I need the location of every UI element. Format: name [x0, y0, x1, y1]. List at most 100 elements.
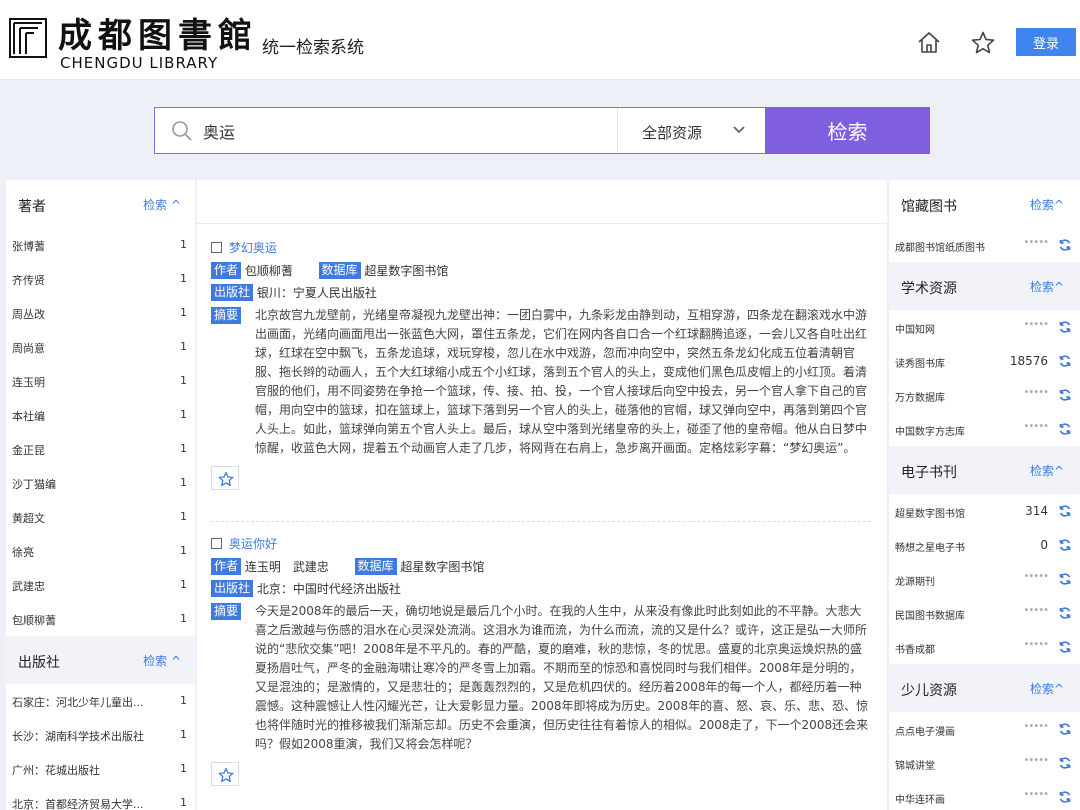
facet-item-name: 黄超文 — [12, 512, 45, 525]
facet-item[interactable]: 周丛改 1 — [6, 296, 195, 330]
resource-name: 中国数字方志库 — [895, 427, 965, 438]
refresh-icon[interactable] — [1058, 388, 1072, 402]
header: 成都图書館 CHENGDU LIBRARY 统一检索系统 登录 — [0, 0, 1080, 80]
logo-chinese-text: 成都图書館 — [58, 16, 258, 56]
facet-item[interactable]: 金正昆 1 — [6, 432, 195, 466]
refresh-icon[interactable] — [1058, 722, 1072, 736]
resource-item[interactable]: 万方数据库 ••••• — [889, 378, 1080, 412]
result-abstract: 摘要 北京故宫九龙壁前，光绪皇帝凝视九龙壁出神：一团白雾中，九条彩龙由静到动，互… — [211, 306, 871, 458]
facet-item[interactable]: 周尚意 1 — [6, 330, 195, 364]
resource-item[interactable]: 书香成都 ••••• — [889, 630, 1080, 664]
facet-item[interactable]: 本社编 1 — [6, 398, 195, 432]
refresh-icon[interactable] — [1058, 538, 1072, 552]
right-resource-panel: 馆藏图书 检索^ 成都图书馆纸质图书 ••••• 学术资源 检索^ 中国知网 •… — [889, 180, 1080, 810]
resource-group-header: 少儿资源 检索^ — [889, 664, 1080, 712]
facet-item[interactable]: 连玉明 1 — [6, 364, 195, 398]
facet-item-name: 齐传贤 — [12, 274, 45, 287]
facet-item-count: 1 — [180, 612, 187, 625]
resource-item[interactable]: 成都图书馆纸质图书 ••••• — [889, 228, 1080, 262]
resource-item[interactable]: 读秀图书库 18576 — [889, 344, 1080, 378]
facet-item[interactable]: 石家庄：河北少年儿童出... 1 — [6, 684, 195, 718]
resource-item[interactable]: 点点电子漫画 ••••• — [889, 712, 1080, 746]
search-bar: 全部资源 检索 — [154, 107, 930, 154]
favorite-button[interactable] — [211, 762, 239, 786]
result-publisher-row: 出版社 银川：宁夏人民出版社 — [211, 284, 871, 304]
facet-item[interactable]: 广州：花城出版社 1 — [6, 752, 195, 786]
resource-item[interactable]: 中华连环画 ••••• — [889, 780, 1080, 810]
facet-item-count: 1 — [180, 510, 187, 523]
resource-item[interactable]: 锦城讲堂 ••••• — [889, 746, 1080, 780]
facet-item[interactable]: 武建忠 1 — [6, 568, 195, 602]
resource-group-toggle[interactable]: 检索^ — [1030, 680, 1064, 697]
facet-header-publisher: 出版社 检索 ^ — [6, 636, 195, 684]
result-checkbox[interactable] — [211, 242, 222, 253]
resource-group-toggle[interactable]: 检索^ — [1030, 196, 1064, 213]
result-publisher: 北京：中国时代经济出版社 — [256, 582, 401, 596]
resource-group-toggle[interactable]: 检索^ — [1030, 278, 1064, 295]
search-input[interactable] — [203, 116, 603, 146]
star-icon[interactable] — [970, 30, 996, 56]
login-button[interactable]: 登录 — [1016, 28, 1076, 56]
refresh-icon[interactable] — [1058, 422, 1072, 436]
facet-item[interactable]: 长沙：湖南科学技术出版社 1 — [6, 718, 195, 752]
refresh-icon[interactable] — [1058, 320, 1072, 334]
resource-item[interactable]: 中国知网 ••••• — [889, 310, 1080, 344]
facet-item[interactable]: 黄超文 1 — [6, 500, 195, 534]
facet-title: 著者 — [18, 199, 46, 215]
favorite-button[interactable] — [211, 466, 239, 490]
refresh-icon[interactable] — [1058, 354, 1072, 368]
facet-item[interactable]: 沙丁猫编 1 — [6, 466, 195, 500]
facet-item-name: 徐亮 — [12, 546, 34, 559]
resource-count: 314 — [1025, 504, 1048, 518]
facet-item-name: 武建忠 — [12, 580, 45, 593]
facet-item[interactable]: 北京：首都经济贸易大学... 1 — [6, 786, 195, 810]
facet-item[interactable]: 包顺柳蓍 1 — [6, 602, 195, 636]
facet-item-count: 1 — [180, 340, 187, 353]
resource-item[interactable]: 超星数字图书馆 314 — [889, 494, 1080, 528]
facet-item-name: 石家庄：河北少年儿童出... — [12, 696, 144, 709]
resource-name: 成都图书馆纸质图书 — [895, 243, 985, 254]
loading-dots: ••••• — [1023, 237, 1049, 248]
refresh-icon[interactable] — [1058, 606, 1072, 620]
author-tag: 作者 — [211, 558, 242, 575]
result-checkbox[interactable] — [211, 538, 222, 549]
facet-item[interactable]: 张博蓍 1 — [6, 228, 195, 262]
resource-count: 0 — [1040, 538, 1048, 552]
home-icon[interactable] — [916, 30, 942, 56]
facet-item[interactable]: 徐亮 1 — [6, 534, 195, 568]
publisher-tag: 出版社 — [211, 580, 254, 597]
resource-item[interactable]: 畅想之星电子书 0 — [889, 528, 1080, 562]
resource-group-toggle[interactable]: 检索^ — [1030, 462, 1064, 479]
refresh-icon[interactable] — [1058, 640, 1072, 654]
resource-item[interactable]: 民国图书数据库 ••••• — [889, 596, 1080, 630]
result-publisher: 银川：宁夏人民出版社 — [256, 286, 377, 300]
refresh-icon[interactable] — [1058, 504, 1072, 518]
scope-dropdown[interactable]: 全部资源 — [617, 108, 765, 153]
facet-search-toggle[interactable]: 检索 ^ — [143, 196, 181, 213]
results-panel: 梦幻奥运 作者 包顺柳蓍 数据库 超星数字图书馆 出版社 银川：宁夏人民出版社 … — [197, 180, 887, 810]
abstract-text: 今天是2008年的最后一天，确切地说是最后几个小时。在我的人生中，从来没有像此时… — [255, 604, 869, 751]
facet-item-name: 张博蓍 — [12, 240, 45, 253]
resource-item[interactable]: 龙源期刊 ••••• — [889, 562, 1080, 596]
result-title[interactable]: 奥运你好 — [229, 535, 277, 552]
resource-item[interactable]: 中国数字方志库 ••••• — [889, 412, 1080, 446]
result-record: 奥运你好 作者 连玉明 武建忠 数据库 超星数字图书馆 出版社 北京：中国时代经… — [211, 534, 871, 786]
refresh-icon[interactable] — [1058, 756, 1072, 770]
resource-name: 超星数字图书馆 — [895, 509, 965, 520]
result-title[interactable]: 梦幻奥运 — [229, 239, 277, 256]
search-button[interactable]: 检索 — [765, 107, 930, 154]
facet-item[interactable]: 齐传贤 1 — [6, 262, 195, 296]
facet-item-count: 1 — [180, 796, 187, 809]
abstract-tag: 摘要 — [211, 307, 242, 324]
refresh-icon[interactable] — [1058, 790, 1072, 804]
logo-english-text: CHENGDU LIBRARY — [60, 54, 219, 72]
facet-item-count: 1 — [180, 544, 187, 557]
refresh-icon[interactable] — [1058, 238, 1072, 252]
resource-name: 中国知网 — [895, 325, 935, 336]
logo-mark-icon — [9, 18, 47, 58]
refresh-icon[interactable] — [1058, 572, 1072, 586]
facet-search-toggle[interactable]: 检索 ^ — [143, 652, 181, 669]
resource-name: 中华连环画 — [895, 795, 945, 806]
facet-item-count: 1 — [180, 762, 187, 775]
facet-item-count: 1 — [180, 408, 187, 421]
